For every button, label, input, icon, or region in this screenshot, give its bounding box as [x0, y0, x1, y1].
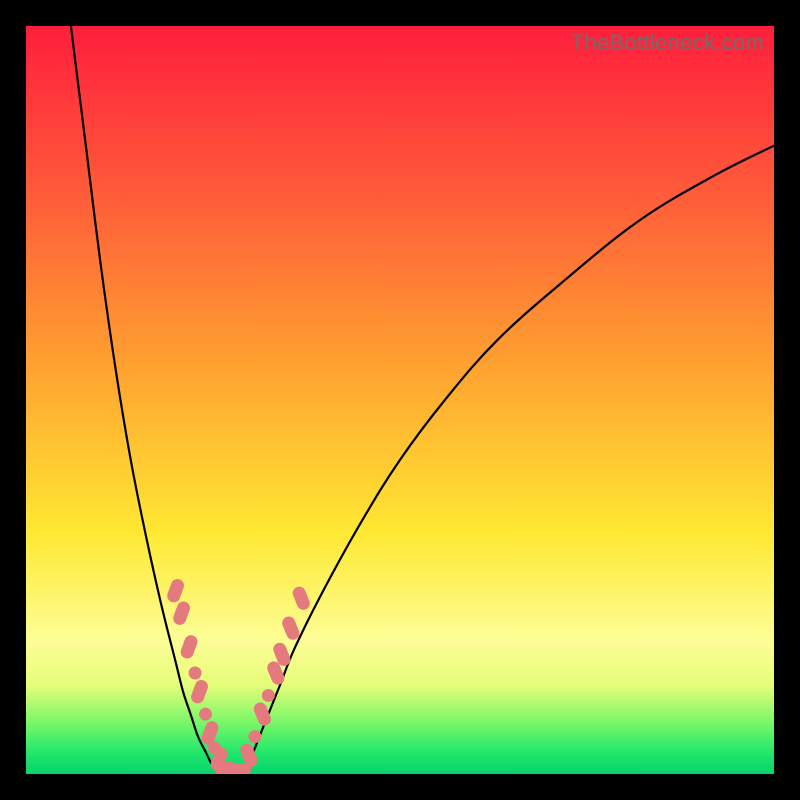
highlight-dots	[165, 577, 311, 774]
highlight-dot	[252, 701, 273, 728]
highlight-dot	[179, 633, 199, 660]
highlight-dot	[171, 600, 191, 627]
right-curve	[243, 146, 774, 774]
highlight-dot	[199, 708, 212, 721]
highlight-dot	[165, 577, 185, 604]
highlight-dot	[189, 678, 209, 705]
highlight-dot	[189, 667, 202, 680]
highlight-dot	[248, 730, 261, 743]
highlight-dot	[291, 585, 312, 612]
chart-svg	[26, 26, 774, 774]
left-curve	[71, 26, 221, 774]
highlight-dot	[280, 615, 301, 642]
highlight-dot	[262, 689, 275, 702]
chart-frame: TheBottleneck.com	[26, 26, 774, 774]
